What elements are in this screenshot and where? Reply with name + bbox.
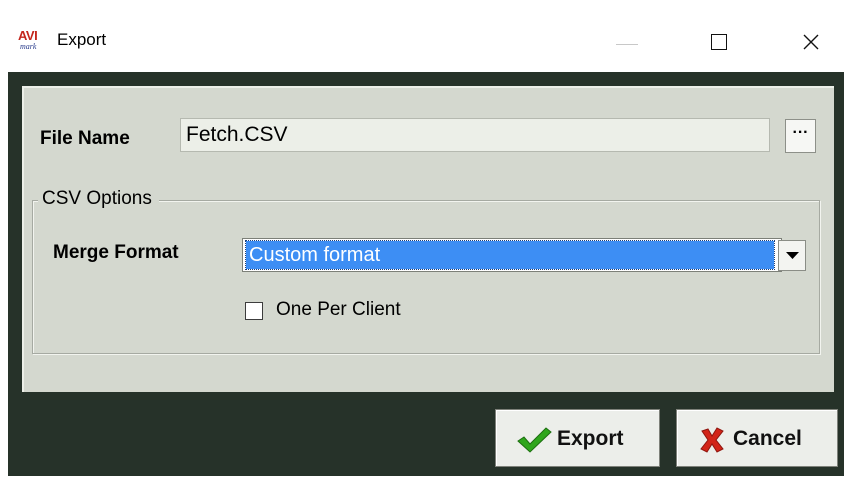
merge-format-dropdown-button[interactable]	[778, 240, 806, 271]
merge-format-value[interactable]: Custom format	[245, 240, 775, 270]
checkmark-icon	[517, 427, 552, 453]
app-icon-subtext: mark	[20, 42, 37, 51]
cancel-button[interactable]: Cancel	[676, 409, 838, 467]
chevron-down-icon	[786, 252, 799, 259]
export-button-label: Export	[557, 427, 624, 450]
minimize-button[interactable]	[604, 24, 650, 60]
csv-options-legend: CSV Options	[38, 188, 159, 210]
close-button[interactable]	[786, 24, 836, 60]
export-button[interactable]: Export	[495, 409, 660, 467]
minimize-icon	[616, 44, 638, 45]
browse-button[interactable]: ···	[785, 119, 816, 153]
merge-format-label: Merge Format	[53, 242, 179, 263]
cancel-button-label: Cancel	[733, 427, 802, 450]
maximize-icon	[711, 34, 727, 50]
close-icon	[803, 34, 819, 50]
one-per-client-checkbox[interactable]	[245, 302, 263, 320]
one-per-client-label[interactable]: One Per Client	[276, 299, 401, 321]
file-name-input[interactable]: Fetch.CSV	[180, 118, 770, 152]
x-icon	[700, 427, 724, 453]
file-name-label: File Name	[40, 128, 130, 149]
window-title: Export	[57, 30, 107, 49]
csv-options-group	[32, 200, 820, 354]
maximize-button[interactable]	[696, 24, 742, 60]
app-icon: AVI mark	[18, 28, 46, 54]
app-icon-text: AVI	[18, 28, 38, 43]
